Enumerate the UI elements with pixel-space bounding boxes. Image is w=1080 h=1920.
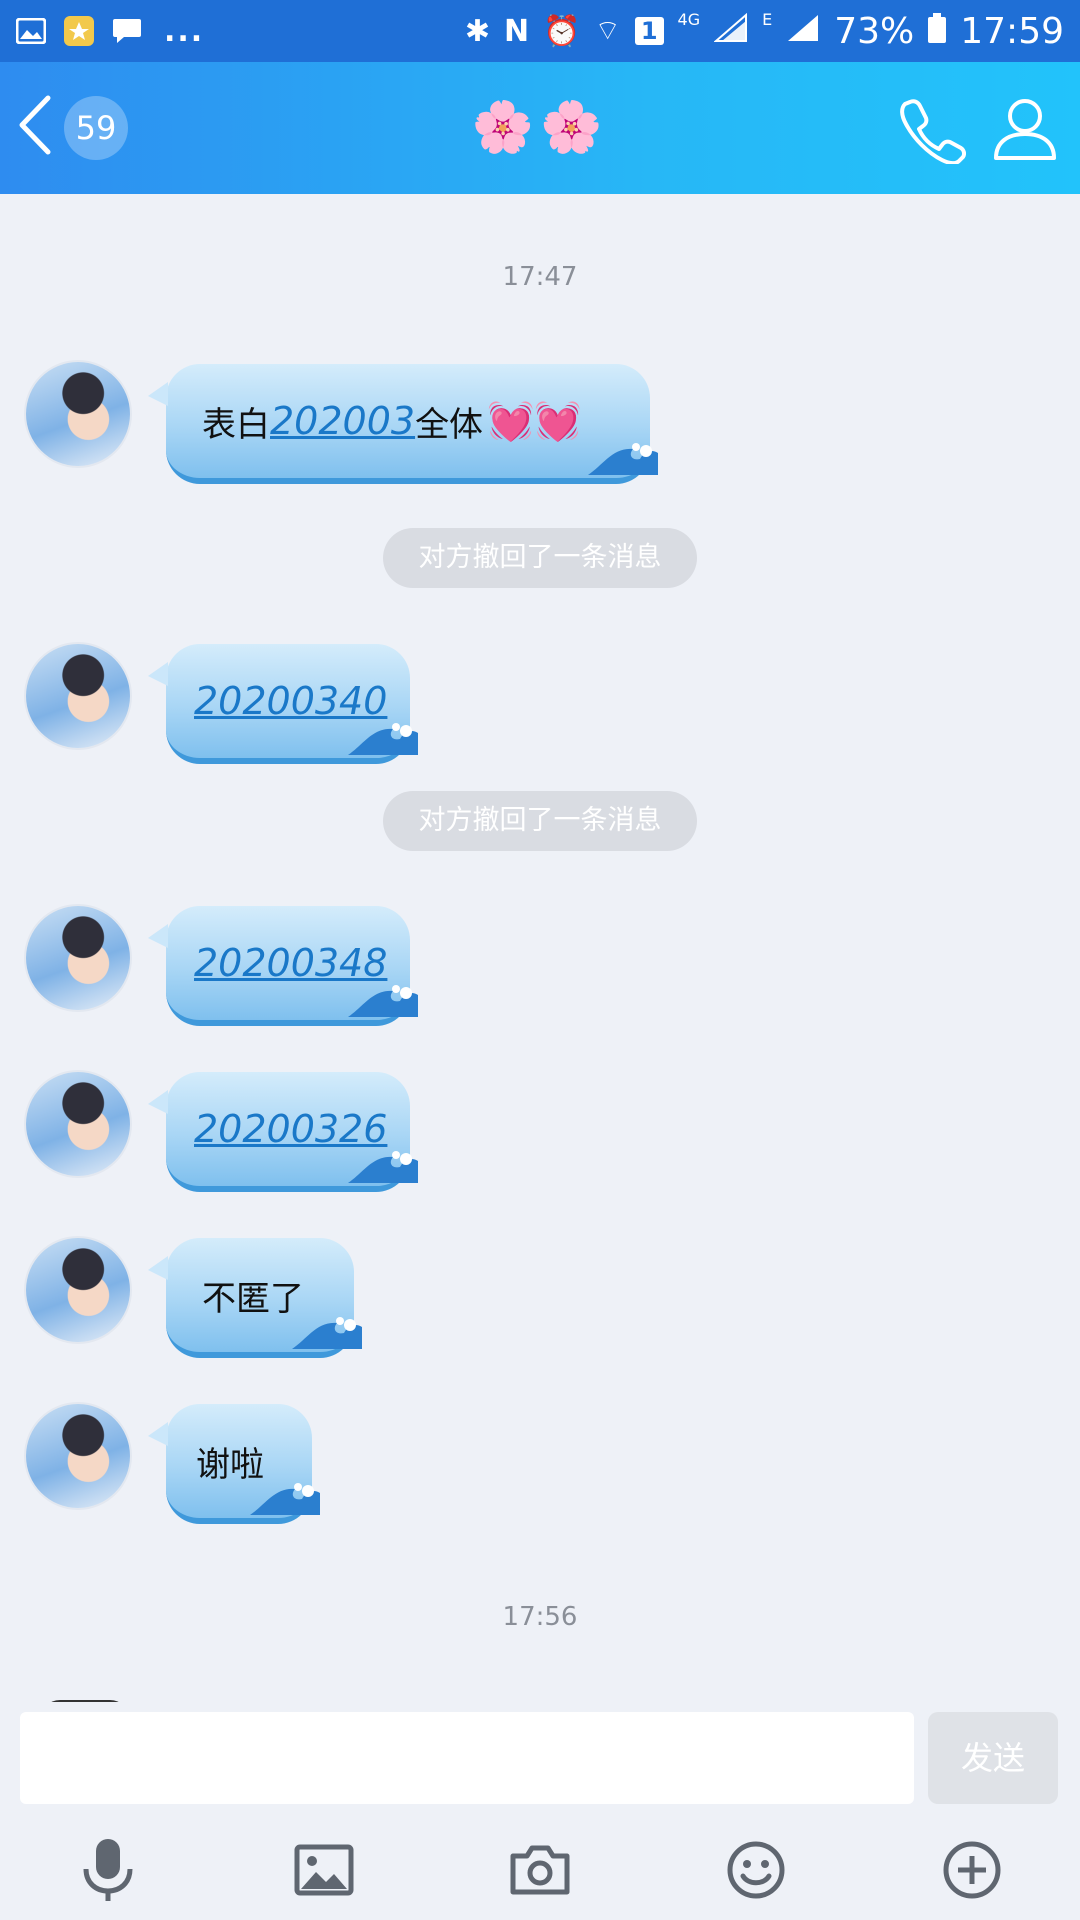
emoji-button[interactable] — [718, 1834, 794, 1910]
smiley-icon — [726, 1840, 786, 1904]
more-notifications: ... — [164, 13, 205, 49]
more-button[interactable] — [934, 1834, 1010, 1910]
sim-indicator: 1 — [634, 17, 664, 45]
message-input[interactable] — [20, 1712, 914, 1804]
send-button[interactable]: 发送 — [928, 1712, 1058, 1804]
app-notification-icon — [64, 16, 94, 46]
message-bubble[interactable]: 表白 202003 全体 💓💓 — [148, 364, 658, 484]
wave-decoration-icon — [588, 435, 658, 484]
gallery-notification-icon — [16, 17, 46, 45]
nfc-icon: N — [504, 13, 530, 49]
person-icon — [990, 99, 1060, 168]
wave-decoration-icon — [292, 1309, 362, 1358]
message-text: 全体 — [415, 404, 484, 445]
message-bubble[interactable]: 20200348 — [148, 906, 418, 1026]
message-bubble[interactable]: 20200340 — [148, 644, 418, 764]
message-text: 不匿了 — [202, 1278, 304, 1319]
signal-icon — [713, 11, 748, 52]
image-button[interactable] — [286, 1834, 362, 1910]
avatar[interactable] — [26, 644, 130, 748]
voice-button[interactable] — [70, 1834, 146, 1910]
recall-notice: 对方撤回了一条消息 — [383, 528, 697, 588]
bluetooth-icon: ✱ — [464, 13, 491, 49]
input-bar: 发送 — [0, 1702, 1080, 1920]
avatar[interactable] — [26, 906, 130, 1010]
recall-notice: 对方撤回了一条消息 — [383, 791, 697, 851]
camera-button[interactable] — [502, 1834, 578, 1910]
alarm-icon: ⏰ — [543, 13, 581, 49]
message-bubble[interactable]: 不匿了 — [148, 1238, 362, 1358]
timestamp: 17:47 — [502, 262, 578, 292]
avatar[interactable] — [26, 1238, 130, 1342]
wave-decoration-icon — [348, 715, 418, 764]
wifi-icon: ⌔ — [594, 13, 621, 47]
network-type-label: 4G — [677, 9, 701, 29]
wave-decoration-icon — [348, 1143, 418, 1192]
profile-button[interactable] — [990, 94, 1060, 164]
status-bar: ... ✱ N ⏰ ⌔ 1 4G E 73% 17:59 — [0, 0, 1080, 62]
avatar[interactable] — [26, 1404, 130, 1508]
heart-emoji: 💓💓 — [487, 398, 582, 443]
plus-circle-icon — [942, 1840, 1002, 1904]
microphone-icon — [80, 1837, 136, 1907]
network-type-label-2: E — [762, 9, 773, 29]
avatar[interactable] — [26, 1072, 130, 1176]
message-bubble[interactable]: 20200326 — [148, 1072, 418, 1192]
clock: 17:59 — [960, 10, 1064, 52]
image-icon — [294, 1844, 354, 1900]
message-text: 表白 — [202, 404, 270, 445]
message-bubble[interactable]: 谢啦 — [148, 1404, 320, 1524]
message-link[interactable]: 202003 — [270, 399, 415, 443]
call-button[interactable] — [896, 94, 967, 166]
message-notification-icon — [112, 17, 142, 45]
phone-icon — [896, 99, 967, 168]
avatar[interactable] — [26, 362, 130, 466]
timestamp: 17:56 — [502, 1602, 578, 1632]
chat-header: 59 🌸🌸 — [0, 62, 1080, 194]
camera-icon — [509, 1844, 571, 1900]
battery-percentage: 73% — [834, 10, 915, 52]
wave-decoration-icon — [250, 1475, 320, 1524]
battery-icon — [928, 11, 947, 52]
signal-icon-2 — [786, 11, 820, 52]
wave-decoration-icon — [348, 977, 418, 1026]
